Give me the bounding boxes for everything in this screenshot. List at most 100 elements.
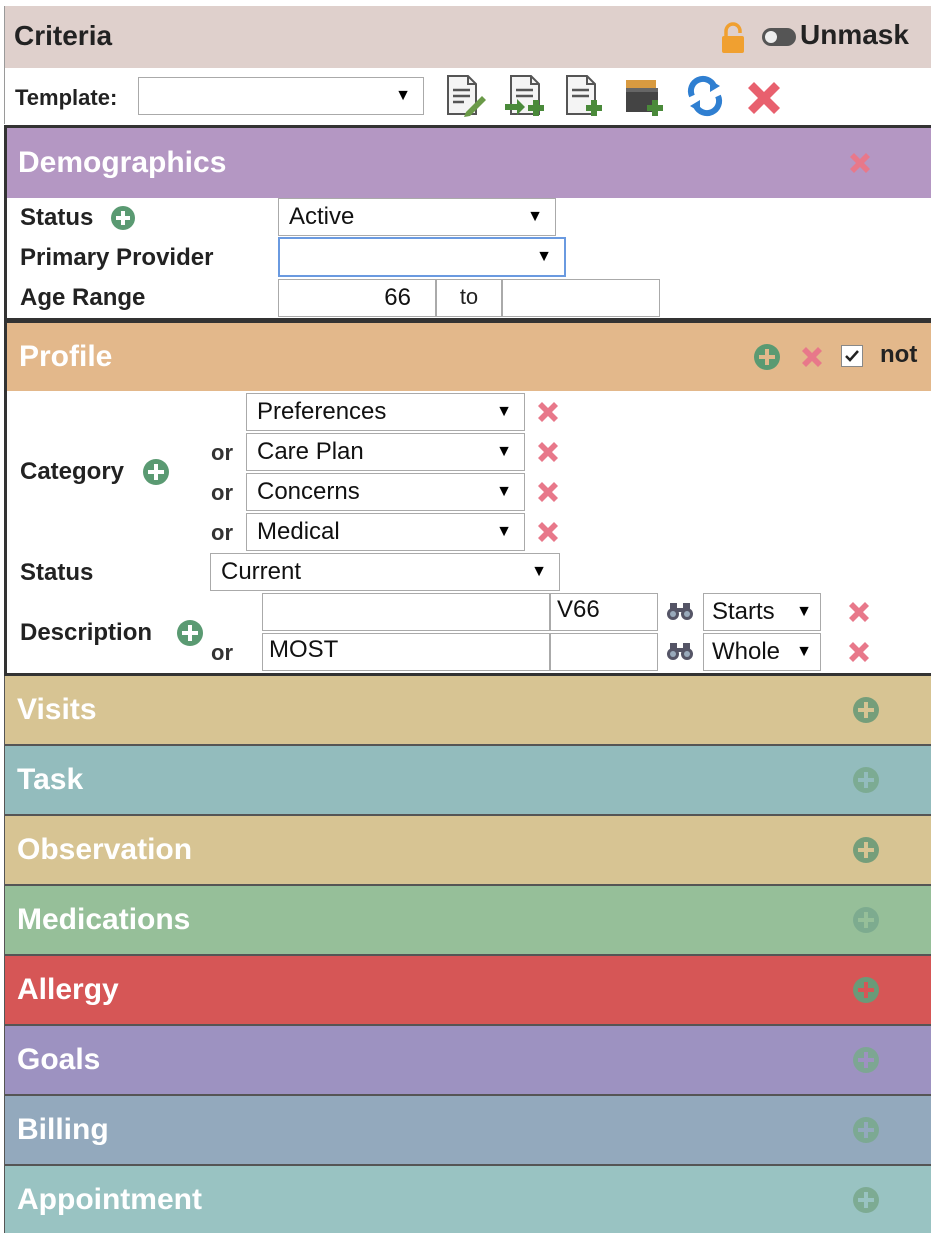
lock-icon[interactable] — [718, 22, 748, 54]
status-label: Status — [20, 204, 94, 231]
section-observation[interactable]: Observation — [4, 816, 931, 886]
remove-category-icon[interactable] — [535, 519, 561, 545]
add-status-icon[interactable] — [110, 205, 136, 231]
description-label: Description — [20, 619, 153, 646]
section-title: Appointment — [17, 1182, 202, 1216]
section-visits[interactable]: Visits — [4, 676, 931, 746]
binoculars-icon[interactable] — [666, 640, 694, 662]
description-text: MOST — [269, 636, 339, 663]
age-from-input[interactable]: 66 — [278, 279, 436, 317]
or-label: or — [211, 640, 233, 665]
remove-description-icon[interactable] — [846, 639, 872, 665]
chevron-down-icon: ▼ — [531, 563, 547, 580]
status-value: Active — [289, 203, 355, 230]
chevron-down-icon: ▼ — [527, 208, 543, 225]
section-title: Task — [17, 763, 84, 796]
description-text-input-2[interactable]: MOST — [262, 633, 550, 671]
add-category-icon[interactable] — [142, 458, 170, 486]
chevron-down-icon: ▼ — [395, 87, 411, 104]
demographics-header[interactable]: Demographics — [7, 128, 931, 198]
delete-icon[interactable] — [742, 76, 786, 120]
category-select-3[interactable]: Concerns ▼ — [246, 473, 525, 511]
category-select-4[interactable]: Medical ▼ — [246, 513, 525, 551]
match-select-1[interactable]: Starts ▼ — [703, 593, 821, 631]
category-select-1[interactable]: Preferences ▼ — [246, 393, 525, 431]
category-value: Preferences — [257, 398, 387, 425]
category-label: Category — [20, 458, 125, 485]
description-code-input-2[interactable] — [550, 633, 658, 671]
section-task[interactable]: Task — [4, 746, 931, 816]
category-value: Concerns — [257, 478, 360, 505]
match-select-2[interactable]: Whole ▼ — [703, 633, 821, 671]
add-section-icon[interactable] — [851, 1045, 881, 1075]
age-from-value: 66 — [384, 284, 411, 311]
or-label: or — [211, 520, 233, 545]
profile-status-label: Status — [20, 559, 94, 586]
chevron-down-icon: ▼ — [536, 248, 552, 265]
profile-header[interactable]: Profile not — [7, 323, 931, 391]
description-text-input-1[interactable] — [262, 593, 550, 631]
chevron-down-icon: ▼ — [496, 403, 512, 420]
section-title: Visits — [17, 693, 97, 726]
add-folder-icon[interactable] — [622, 74, 666, 118]
primary-provider-select[interactable]: ▼ — [278, 237, 566, 277]
description-code: V66 — [557, 596, 600, 623]
profile-status-select[interactable]: Current ▼ — [210, 553, 560, 591]
section-title: Medications — [17, 903, 191, 936]
category-select-2[interactable]: Care Plan ▼ — [246, 433, 525, 471]
section-appointment[interactable]: Appointment — [4, 1166, 931, 1233]
add-description-icon[interactable] — [176, 619, 204, 647]
import-document-icon[interactable] — [503, 74, 547, 118]
chevron-down-icon: ▼ — [796, 603, 812, 620]
add-section-icon[interactable] — [851, 905, 881, 935]
age-to-label: to — [436, 279, 502, 317]
section-title: Observation — [17, 833, 193, 866]
add-profile-icon[interactable] — [753, 343, 781, 371]
add-section-icon[interactable] — [851, 1185, 881, 1215]
section-allergy[interactable]: Allergy — [4, 956, 931, 1026]
remove-category-icon[interactable] — [535, 439, 561, 465]
chevron-down-icon: ▼ — [796, 643, 812, 660]
age-to-input[interactable] — [502, 279, 660, 317]
profile-title: Profile — [19, 340, 113, 373]
template-select[interactable]: ▼ — [138, 77, 424, 115]
primary-provider-label: Primary Provider — [20, 244, 214, 271]
add-section-icon[interactable] — [851, 975, 881, 1005]
binoculars-icon[interactable] — [666, 600, 694, 622]
age-range-label: Age Range — [20, 284, 146, 311]
category-value: Care Plan — [257, 438, 364, 465]
section-title: Goals — [17, 1043, 101, 1076]
add-section-icon[interactable] — [851, 835, 881, 865]
match-value: Starts — [712, 598, 775, 625]
unmask-toggle[interactable] — [762, 28, 796, 46]
refresh-icon[interactable] — [684, 74, 728, 118]
add-document-icon[interactable] — [563, 74, 607, 118]
section-medications[interactable]: Medications — [4, 886, 931, 956]
category-value: Medical — [257, 518, 340, 545]
not-checkbox[interactable] — [841, 345, 863, 367]
close-icon[interactable] — [847, 150, 873, 176]
section-billing[interactable]: Billing — [4, 1096, 931, 1166]
edit-document-icon[interactable] — [444, 74, 488, 118]
section-title: Billing — [17, 1113, 109, 1146]
section-goals[interactable]: Goals — [4, 1026, 931, 1096]
section-title: Allergy — [17, 973, 119, 1006]
remove-category-icon[interactable] — [535, 479, 561, 505]
profile-status-value: Current — [221, 558, 302, 585]
description-code-input-1[interactable]: V66 — [550, 593, 658, 631]
status-select[interactable]: Active ▼ — [278, 198, 556, 236]
match-value: Whole — [712, 638, 781, 665]
criteria-title: Criteria — [14, 20, 113, 51]
chevron-down-icon: ▼ — [496, 523, 512, 540]
remove-category-icon[interactable] — [535, 399, 561, 425]
template-label: Template: — [15, 85, 118, 110]
not-label: not — [880, 341, 918, 368]
or-label: or — [211, 480, 233, 505]
add-section-icon[interactable] — [851, 765, 881, 795]
add-section-icon[interactable] — [851, 695, 881, 725]
remove-description-icon[interactable] — [846, 599, 872, 625]
add-section-icon[interactable] — [851, 1115, 881, 1145]
unmask-label[interactable]: Unmask — [800, 19, 909, 51]
chevron-down-icon: ▼ — [496, 443, 512, 460]
remove-profile-icon[interactable] — [799, 344, 825, 370]
